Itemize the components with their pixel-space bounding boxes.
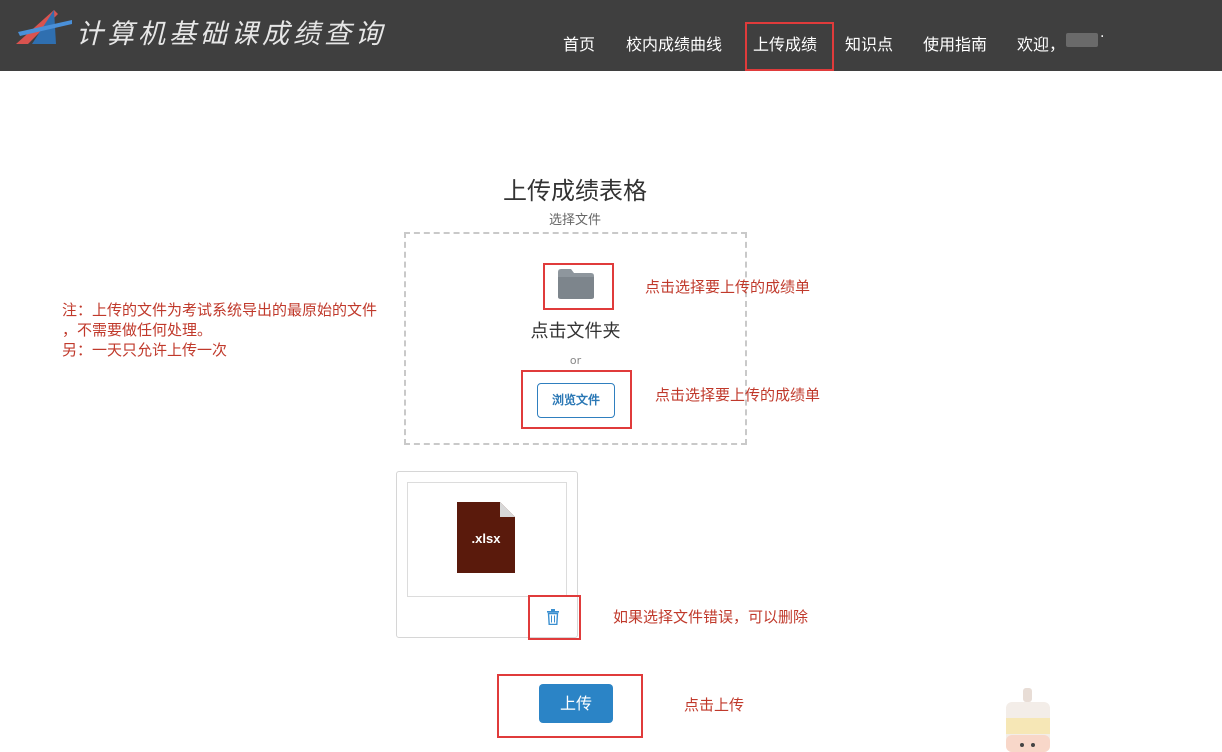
note-line-2: ，不需要做任何处理。 [62, 321, 213, 339]
xlsx-file-icon: .xlsx [457, 502, 515, 573]
delete-hint: 如果选择文件错误，可以删除 [613, 608, 809, 626]
folder-hint: 点击选择要上传的成绩单 [645, 278, 811, 296]
highlight-nav-upload [745, 22, 834, 71]
username-redacted [1066, 33, 1098, 47]
nav-knowledge-points[interactable]: 知识点 [845, 31, 893, 55]
logo-text: 计算机基础课成绩查询 [76, 19, 386, 50]
nav-score-curve[interactable]: 校内成绩曲线 [626, 31, 722, 55]
nav-welcome[interactable]: 欢迎， [1017, 31, 1065, 55]
highlight-upload [497, 674, 643, 738]
dropzone-label: 点击文件夹 [530, 321, 621, 342]
top-navbar: 计算机基础课成绩查询 首页 校内成绩曲线 上传成绩 知识点 使用指南 欢迎， · [0, 0, 1222, 71]
site-logo[interactable]: 计算机基础课成绩查询 [14, 6, 434, 50]
or-divider-text: or [569, 354, 582, 367]
nav-user-suffix: · [1100, 29, 1105, 45]
page-title: 上传成绩表格 [503, 177, 647, 205]
browse-hint: 点击选择要上传的成绩单 [655, 386, 821, 404]
note-line-1: 注：上传的文件为考试系统导出的最原始的文件 [62, 301, 378, 319]
note-line-3: 另：一天只允许上传一次 [62, 341, 228, 359]
nav-user-guide[interactable]: 使用指南 [923, 31, 987, 55]
upload-hint: 点击上传 [684, 696, 745, 714]
nav-home[interactable]: 首页 [563, 31, 595, 55]
highlight-delete [528, 595, 581, 640]
upload-note: 注：上传的文件为考试系统导出的最原始的文件 ，不需要做任何处理。 另：一天只允许… [62, 300, 377, 360]
highlight-folder [543, 263, 614, 310]
page-subtitle: 选择文件 [548, 213, 601, 228]
logo-mark-icon [16, 10, 72, 44]
file-ext-label: .xlsx [472, 531, 502, 546]
highlight-browse [521, 370, 632, 429]
mascot-widget-icon[interactable] [1003, 685, 1053, 752]
